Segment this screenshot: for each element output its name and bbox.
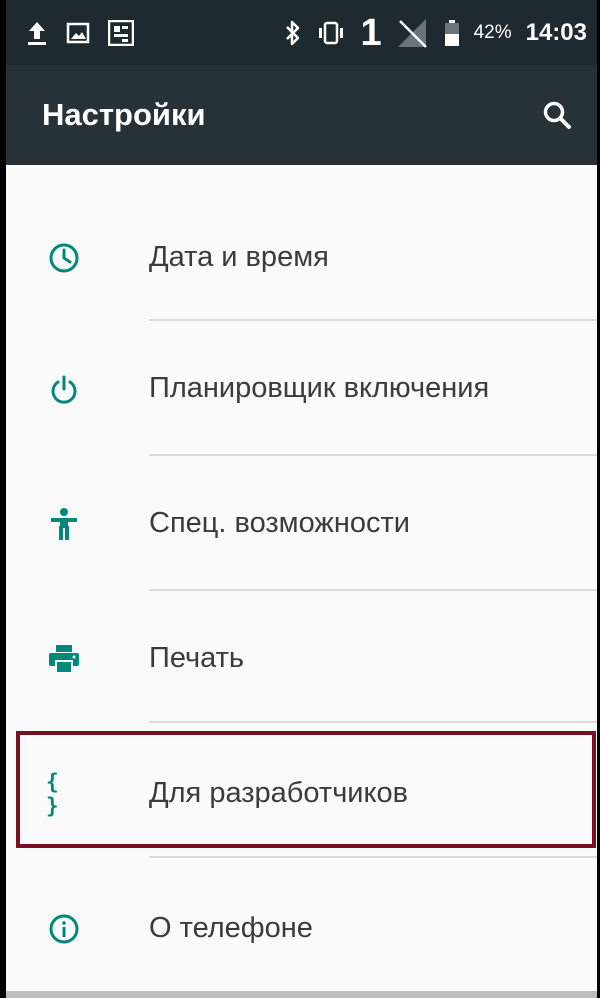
settings-item-label: Дата и время <box>149 241 329 273</box>
settings-item-power-scheduler[interactable]: Планировщик включения <box>6 321 597 455</box>
divider <box>149 721 597 723</box>
settings-item-label: Спец. возможности <box>149 507 410 539</box>
settings-item-print[interactable]: Печать <box>6 591 597 725</box>
status-bar-left <box>26 0 134 65</box>
phone-screen: 1 42% 14:03 Настройки Дата и время Плани… <box>6 0 597 998</box>
search-icon <box>543 101 571 129</box>
settings-item-label: Для разработчиков <box>149 777 409 809</box>
settings-item-label: Печать <box>149 642 245 674</box>
settings-item-developer-options[interactable]: { } Для разработчиков <box>6 726 597 860</box>
developer-braces-icon: { } <box>46 770 61 818</box>
app-bar: Настройки <box>6 65 597 165</box>
battery-percent: 42% <box>473 21 512 43</box>
battery-icon <box>444 19 460 47</box>
settings-item-date-time[interactable]: Дата и время <box>6 190 597 324</box>
accessibility-icon <box>46 506 82 542</box>
info-icon <box>46 911 82 947</box>
search-button[interactable] <box>537 95 577 135</box>
app-notification-icon <box>108 19 134 46</box>
sim-slot-number: 1 <box>360 11 382 54</box>
upload-icon <box>26 20 48 46</box>
vibrate-icon <box>316 20 346 46</box>
status-bar-right: 1 42% 14:03 <box>284 0 587 65</box>
clock-time: 14:03 <box>525 18 587 46</box>
settings-item-accessibility[interactable]: Спец. возможности <box>6 456 597 590</box>
image-icon <box>66 21 90 45</box>
bottom-shadow <box>6 991 597 998</box>
page-title: Настройки <box>42 97 206 132</box>
divider <box>149 856 597 858</box>
settings-item-label: О телефоне <box>149 912 313 944</box>
settings-item-about-phone[interactable]: О телефоне <box>6 861 597 995</box>
status-bar: 1 42% 14:03 <box>6 0 597 65</box>
bluetooth-icon <box>284 19 302 47</box>
clock-icon <box>46 240 82 276</box>
no-signal-icon <box>396 17 430 49</box>
power-icon <box>46 371 82 407</box>
settings-item-label: Планировщик включения <box>149 372 490 404</box>
print-icon <box>46 641 82 677</box>
